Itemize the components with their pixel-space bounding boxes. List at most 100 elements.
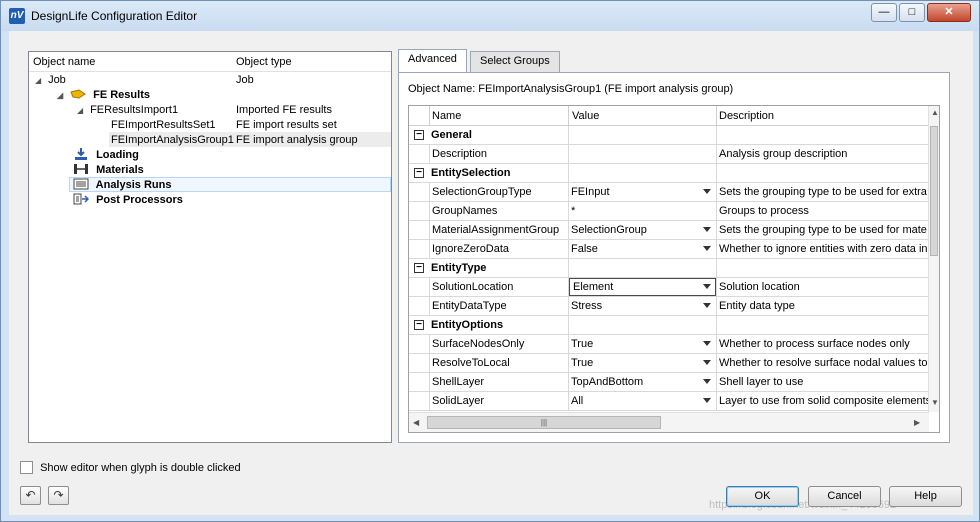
property-description: Shell layer to use	[716, 373, 929, 392]
collapse-minus-icon[interactable]: −	[414, 168, 424, 178]
scroll-down-arrow-icon[interactable]: ▼	[931, 398, 939, 407]
property-name: SurfaceNodesOnly	[429, 335, 568, 354]
property-value-cell[interactable]	[568, 145, 716, 164]
property-value: All	[571, 395, 584, 407]
show-editor-checkbox-row[interactable]: Show editor when glyph is double clicked	[20, 461, 241, 474]
row-toggle-cell	[409, 183, 429, 202]
grid-property-row[interactable]: EntityDataType Stress Entity data type	[409, 297, 929, 316]
ok-button[interactable]: OK	[726, 486, 799, 507]
scroll-left-arrow-icon[interactable]: ◀	[413, 418, 419, 427]
grid-category-row[interactable]: − EntityOptions	[409, 316, 929, 335]
dropdown-arrow-icon[interactable]	[703, 398, 711, 403]
grid-property-row[interactable]: SelectionGroupType FEInput Sets the groupi…	[409, 183, 929, 202]
show-editor-checkbox[interactable]	[20, 461, 33, 474]
column-header-object-type[interactable]: Object type	[236, 56, 292, 68]
property-value-cell[interactable]: *	[568, 202, 716, 221]
property-value-cell	[568, 259, 716, 278]
dropdown-arrow-icon[interactable]	[703, 303, 711, 308]
property-value-cell[interactable]: SelectionGroup	[568, 221, 716, 240]
grid-property-row[interactable]: SolidLayer All Layer to use from solid com…	[409, 392, 929, 411]
property-value-cell[interactable]: Element	[568, 278, 716, 297]
scroll-right-arrow-icon[interactable]: ▶	[914, 418, 920, 427]
help-button[interactable]: Help	[889, 486, 962, 507]
property-value-cell[interactable]: TopAndBottom	[568, 373, 716, 392]
grid-property-row[interactable]: IgnoreZeroData False Whether to ignore ent…	[409, 240, 929, 259]
grid-category-row[interactable]: − EntitySelection	[409, 164, 929, 183]
undo-button[interactable]: ↶	[20, 486, 41, 505]
property-grid[interactable]: Name Value Description − General Descripti…	[408, 105, 940, 433]
tree-item-fe-import-analysis-group[interactable]: FEImportAnalysisGroup1	[111, 133, 234, 148]
column-header-object-name[interactable]: Object name	[33, 56, 95, 68]
tree-item-label: Analysis Runs	[95, 179, 172, 191]
tab-advanced[interactable]: Advanced	[398, 49, 467, 72]
dropdown-arrow-icon[interactable]	[703, 227, 711, 232]
tree-item-materials[interactable]: Materials	[73, 163, 144, 178]
expand-triangle-icon[interactable]: ◢	[57, 88, 67, 103]
grid-property-row[interactable]: ResolveToLocal True Whether to resolve sur…	[409, 354, 929, 373]
row-toggle-cell[interactable]: −	[409, 164, 429, 183]
tree-item-post-processors[interactable]: Post Processors	[73, 193, 183, 208]
grid-property-row[interactable]: MaterialAssignmentGroup SelectionGroup Set…	[409, 221, 929, 240]
tree-item-fe-import-results-set[interactable]: FEImportResultsSet1	[111, 118, 216, 133]
tree-item-loading[interactable]: Loading	[73, 148, 139, 163]
tree-item-job[interactable]: ◢ Job	[35, 73, 66, 88]
dropdown-arrow-icon[interactable]	[703, 284, 711, 289]
grid-header-description[interactable]: Description	[719, 110, 774, 122]
vertical-scrollbar[interactable]: ▲ ▼	[928, 106, 939, 412]
property-value-cell[interactable]: Stress	[568, 297, 716, 316]
row-toggle-cell[interactable]: −	[409, 259, 429, 278]
tree-item-analysis-runs[interactable]: Analysis Runs	[73, 178, 171, 193]
grid-property-row[interactable]: Description Analysis group description	[409, 145, 929, 164]
collapse-minus-icon[interactable]: −	[414, 320, 424, 330]
property-name: IgnoreZeroData	[429, 240, 568, 259]
analysis-runs-icon	[73, 178, 89, 190]
expand-triangle-icon[interactable]: ◢	[35, 73, 45, 88]
grid-header-value[interactable]: Value	[572, 110, 599, 122]
dropdown-arrow-icon[interactable]	[703, 379, 711, 384]
grid-category-row[interactable]: − General	[409, 126, 929, 145]
grid-property-row[interactable]: GroupNames * Groups to process	[409, 202, 929, 221]
property-value-cell[interactable]: True	[568, 335, 716, 354]
redo-button[interactable]: ↷	[48, 486, 69, 505]
row-toggle-cell[interactable]: −	[409, 126, 429, 145]
property-value-cell[interactable]: FEInput	[568, 183, 716, 202]
property-value: False	[571, 243, 598, 255]
tree-item-label: Job	[48, 74, 66, 86]
vertical-scroll-thumb[interactable]	[930, 126, 938, 256]
property-value-cell[interactable]: All	[568, 392, 716, 411]
grid-header-name[interactable]: Name	[432, 110, 461, 122]
expand-triangle-icon[interactable]: ◢	[77, 103, 87, 118]
minimize-button[interactable]: —	[871, 3, 897, 22]
property-name: GroupNames	[429, 202, 568, 221]
grid-property-row[interactable]: SolutionLocation Element Solution location	[409, 278, 929, 297]
grid-property-row[interactable]: ShellLayer TopAndBottom Shell layer to use	[409, 373, 929, 392]
tab-select-groups[interactable]: Select Groups	[470, 51, 560, 73]
dropdown-arrow-icon[interactable]	[703, 341, 711, 346]
dropdown-arrow-icon[interactable]	[703, 189, 711, 194]
title-bar[interactable]: nV DesignLife Configuration Editor — □ ✕	[1, 1, 979, 31]
object-tree[interactable]: Object name Object type ◢ Job Job ◢ FE R…	[28, 51, 392, 443]
tree-item-fe-results[interactable]: ◢ FE Results	[57, 88, 150, 103]
tree-item-type: Job	[236, 74, 254, 86]
tree-item-fe-results-import[interactable]: ◢ FEResultsImport1	[77, 103, 178, 118]
collapse-minus-icon[interactable]: −	[414, 130, 424, 140]
dropdown-arrow-icon[interactable]	[703, 246, 711, 251]
dropdown-arrow-icon[interactable]	[703, 360, 711, 365]
property-name: Description	[429, 145, 568, 164]
property-value-cell[interactable]: False	[568, 240, 716, 259]
post-processors-icon	[73, 193, 89, 205]
property-value-cell[interactable]: True	[568, 354, 716, 373]
horizontal-scroll-thumb[interactable]: |||	[427, 416, 661, 429]
scroll-up-arrow-icon[interactable]: ▲	[931, 108, 939, 117]
cancel-button[interactable]: Cancel	[808, 486, 881, 507]
horizontal-scrollbar[interactable]: ◀ ||| ▶	[409, 412, 929, 432]
row-toggle-cell[interactable]: −	[409, 316, 429, 335]
grid-property-row[interactable]: SurfaceNodesOnly True Whether to process s…	[409, 335, 929, 354]
collapse-minus-icon[interactable]: −	[414, 263, 424, 273]
property-name: SolidLayer	[429, 392, 568, 411]
close-button[interactable]: ✕	[927, 3, 971, 22]
maximize-button[interactable]: □	[899, 3, 925, 22]
property-value-editor[interactable]: Element	[569, 278, 716, 296]
tree-item-label: Post Processors	[96, 194, 183, 206]
grid-category-row[interactable]: − EntityType	[409, 259, 929, 278]
